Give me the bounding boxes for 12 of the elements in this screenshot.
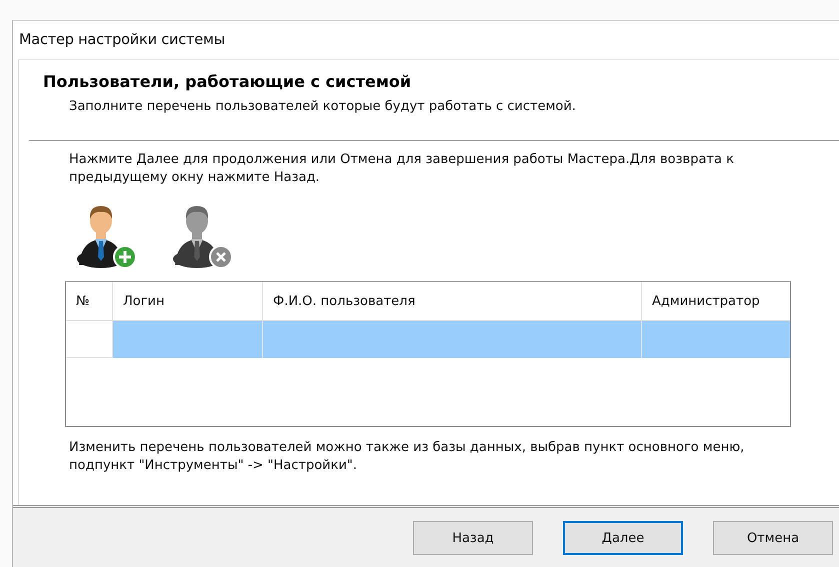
column-header[interactable]: Ф.И.О. пользователя [263, 282, 642, 320]
window-title: Мастер настройки системы [19, 32, 225, 48]
note-text: Изменить перечень пользователей можно также из базы данных, выбрав пункт основного меню, подпункт "Инструменты" -> "Настройки". [69, 439, 746, 475]
column-header[interactable]: Логин [113, 282, 263, 320]
page-subtitle: Заполните перечень пользователей которые будут работать с системой. [69, 99, 577, 114]
column-header[interactable]: № [66, 282, 113, 320]
page-heading: Пользователи, работающие с системой [43, 72, 412, 91]
instructions-text: Нажмите Далее для продолжения или Отмена для завершения работы Мастера.Для возврата к предыдущему окну нажмите Назад. [69, 151, 735, 187]
column-header[interactable]: Администратор [642, 282, 790, 320]
dialog-button[interactable]: Отмена [713, 521, 833, 555]
dialog-button[interactable]: Далее [563, 521, 683, 555]
dialog-button[interactable]: Назад [413, 521, 533, 555]
